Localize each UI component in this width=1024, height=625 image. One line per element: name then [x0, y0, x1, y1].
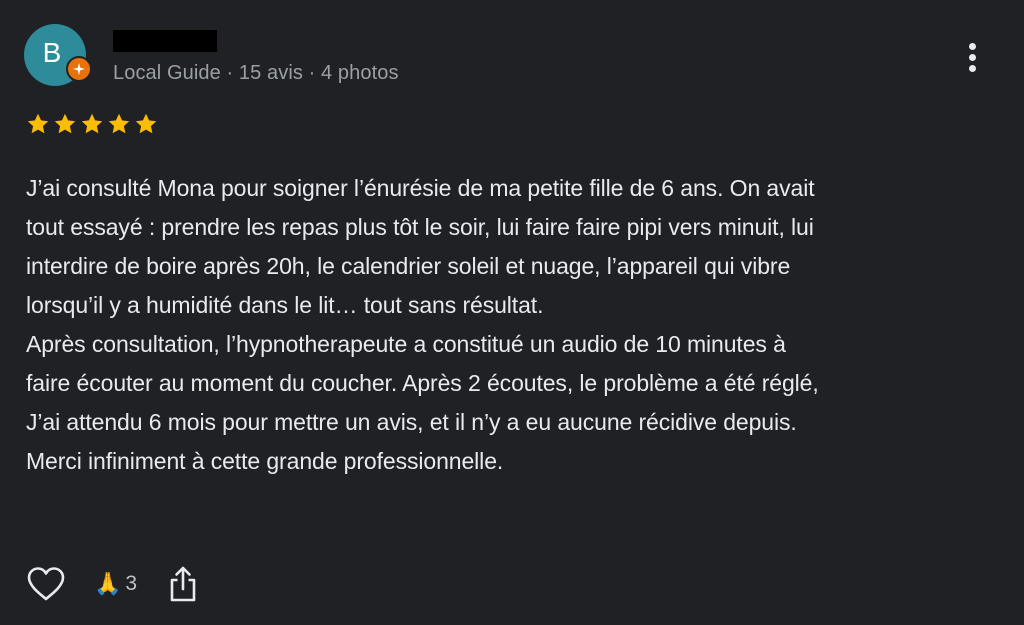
- local-guide-star-icon: [73, 63, 85, 75]
- local-guide-badge-icon: [66, 56, 92, 82]
- avatar[interactable]: B: [24, 24, 92, 86]
- star-rating: [26, 112, 158, 136]
- avatar-letter: B: [42, 37, 62, 68]
- reaction-count: 3: [125, 572, 138, 595]
- more-vertical-icon-dot: [968, 64, 976, 72]
- reaction-button[interactable]: 🙏 3: [94, 572, 137, 596]
- more-vertical-icon: [968, 42, 976, 50]
- author-name[interactable]: B: [113, 30, 217, 52]
- share-button[interactable]: [165, 562, 201, 606]
- star-icon: [54, 113, 76, 134]
- star-icon: [27, 113, 49, 134]
- more-vertical-icon-dot: [968, 53, 976, 61]
- more-options-button[interactable]: [958, 38, 986, 76]
- praying-hands-icon: 🙏: [94, 571, 122, 596]
- like-button[interactable]: [24, 562, 68, 606]
- review-header: B B Local Guide · 15 avis · 4 photos: [24, 24, 399, 86]
- star-icon: [81, 113, 103, 134]
- author-block: B Local Guide · 15 avis · 4 photos: [113, 30, 399, 85]
- review-card: B B Local Guide · 15 avis · 4 photos J’a…: [0, 0, 1024, 625]
- author-meta: Local Guide · 15 avis · 4 photos: [113, 62, 399, 84]
- review-actions: 🙏 3: [24, 562, 201, 606]
- share-icon: [170, 566, 196, 602]
- star-icon: [108, 113, 130, 134]
- star-icon: [135, 113, 157, 134]
- review-text: J’ai consulté Mona pour soigner l’énurés…: [26, 175, 819, 474]
- heart-icon: [27, 567, 65, 601]
